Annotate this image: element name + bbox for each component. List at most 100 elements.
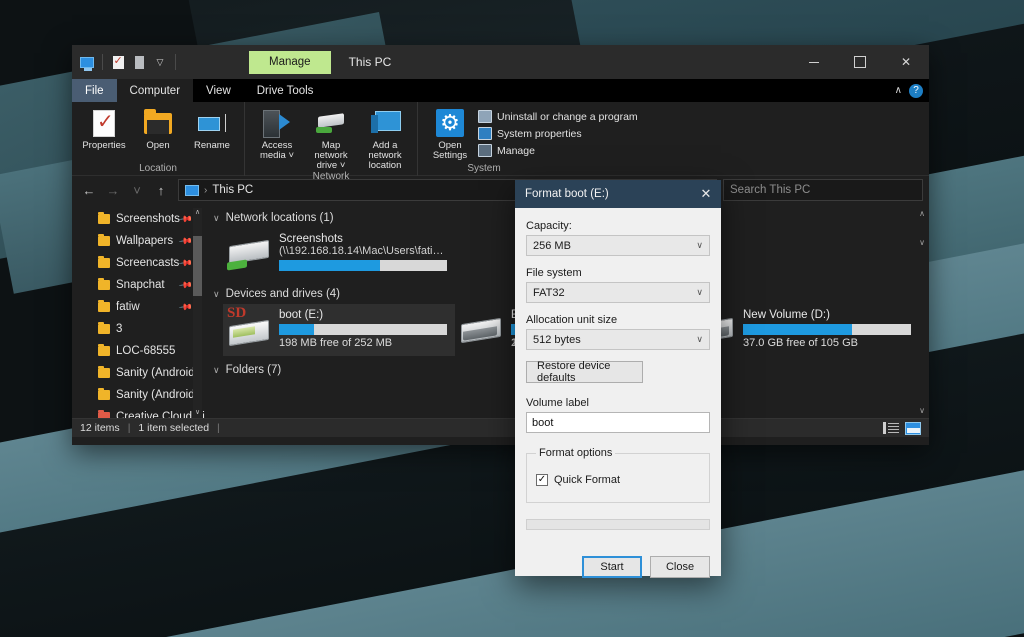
volume-label-input[interactable]: boot [526, 412, 710, 433]
rename-button[interactable]: Rename [186, 105, 238, 163]
sd-card-drive-icon [227, 307, 271, 351]
capacity-select[interactable]: 256 MB ∨ [526, 235, 710, 256]
group-label-system: System [424, 163, 544, 176]
drive-tile-boot-e[interactable]: boot (E:) 198 MB free of 252 MB [223, 304, 455, 356]
hard-disk-icon [459, 307, 503, 351]
group-label-network: Network [251, 171, 411, 184]
chevron-down-icon[interactable]: ▽ [151, 53, 169, 71]
selection-status: 1 item selected [138, 422, 209, 434]
capacity-value: 256 MB [533, 240, 571, 252]
manage-item[interactable]: Manage [478, 144, 638, 157]
status-separator: | [128, 422, 131, 434]
drive-tile-screenshots[interactable]: Screenshots (\\192.168.18.14\Mac\Users\f… [223, 228, 455, 280]
properties-button[interactable]: Properties [78, 105, 130, 163]
dialog-titlebar: Format boot (E:) ✕ [515, 180, 721, 208]
restore-device-defaults-button[interactable]: Restore device defaults [526, 361, 643, 383]
item-count: 12 items [80, 422, 120, 434]
nav-item-snapchat[interactable]: Snapchat 📌 [72, 274, 205, 296]
nav-item-fatiw[interactable]: fatiw 📌 [72, 296, 205, 318]
forward-button[interactable]: → [102, 179, 124, 201]
uninstall-program-item[interactable]: Uninstall or change a program [478, 110, 638, 123]
tab-drive-tools[interactable]: Drive Tools [244, 79, 327, 102]
scrollbar-thumb[interactable] [193, 236, 202, 296]
volume-label-value: boot [532, 417, 553, 429]
rename-icon[interactable] [130, 53, 148, 71]
properties-label: Properties [82, 141, 125, 151]
view-switcher [883, 421, 921, 435]
search-placeholder: Search This PC [730, 184, 810, 196]
contextual-tab-manage[interactable]: Manage [249, 51, 331, 74]
window-titlebar: ▽ Manage This PC ✕ [72, 45, 929, 79]
address-bar: ← → ˅ ↑ › This PC Search This PC [72, 176, 929, 204]
tab-view[interactable]: View [193, 79, 244, 102]
filesystem-select[interactable]: FAT32 ∨ [526, 282, 710, 303]
scroll-up-icon[interactable]: ∧ [917, 208, 927, 219]
map-network-drive-button[interactable]: Map network drive ˅ [305, 105, 357, 171]
chevron-down-icon[interactable]: ∨ [213, 289, 220, 300]
file-pane-scrollbar[interactable]: ∧ ∨ ∨ [917, 208, 927, 416]
nav-item-label: fatiw [116, 301, 140, 313]
access-media-button[interactable]: Access media ˅ [251, 105, 303, 171]
quick-format-row[interactable]: ✓ Quick Format [536, 474, 700, 486]
system-properties-item[interactable]: System properties [478, 127, 638, 140]
tab-file[interactable]: File [72, 79, 117, 102]
open-settings-button[interactable]: ⚙ Open Settings [424, 105, 476, 163]
nav-item-3[interactable]: 3 [72, 318, 205, 340]
back-button[interactable]: ← [78, 179, 100, 201]
open-button[interactable]: Open [132, 105, 184, 163]
start-button[interactable]: Start [582, 556, 642, 578]
nav-item-creative-cloud-files[interactable]: Creative Cloud Fil… [72, 406, 205, 418]
properties-icon[interactable] [109, 53, 127, 71]
quick-format-label: Quick Format [554, 474, 620, 486]
folder-icon [98, 346, 110, 356]
group-header-label: Devices and drives (4) [226, 288, 340, 300]
nav-item-wallpapers[interactable]: Wallpapers 📌 [72, 230, 205, 252]
close-button[interactable]: ✕ [883, 45, 929, 79]
large-icons-view-icon[interactable] [905, 421, 921, 435]
tab-computer[interactable]: Computer [117, 79, 194, 102]
minimize-button[interactable] [791, 45, 837, 79]
pin-icon: 📌 [178, 233, 194, 249]
pin-icon: 📌 [178, 299, 194, 315]
close-button[interactable]: Close [650, 556, 710, 578]
status-separator: | [217, 422, 220, 434]
nav-item-label: Screenshots [116, 213, 180, 225]
scroll-down-icon[interactable]: ∨ [917, 405, 927, 416]
recent-locations-button[interactable]: ˅ [126, 179, 148, 201]
drive-free-space: 198 MB free of 252 MB [279, 337, 451, 349]
details-view-icon[interactable] [883, 421, 899, 435]
chevron-down-icon[interactable]: ∨ [213, 365, 220, 376]
add-network-location-button[interactable]: Add a network location [359, 105, 411, 171]
ribbon-group-system: ⚙ Open Settings Uninstall or change a pr… [417, 102, 644, 176]
this-pc-icon [185, 185, 199, 196]
quick-format-checkbox[interactable]: ✓ [536, 474, 548, 486]
chevron-down-icon[interactable]: ∨ [213, 213, 220, 224]
nav-item-loc-68555[interactable]: LOC-68555 [72, 340, 205, 362]
scroll-thumb-marker[interactable]: ∨ [917, 238, 927, 250]
drive-tile-new-volume-d[interactable]: New Volume (D:) 37.0 GB free of 105 GB [687, 304, 919, 356]
volume-label-label: Volume label [526, 397, 710, 409]
capacity-bar [279, 324, 447, 335]
scroll-up-icon[interactable]: ∧ [193, 208, 202, 218]
nav-item-sanity-android-1[interactable]: Sanity (Android) [72, 362, 205, 384]
up-button[interactable]: ↑ [150, 179, 172, 201]
scroll-down-icon[interactable]: ∨ [193, 408, 202, 418]
maximize-button[interactable] [837, 45, 883, 79]
allocation-select[interactable]: 512 bytes ∨ [526, 329, 710, 350]
nav-item-label: 3 [116, 323, 122, 335]
nav-item-sanity-android-2[interactable]: Sanity (Android) [72, 384, 205, 406]
nav-item-screencasts[interactable]: Screencasts 📌 [72, 252, 205, 274]
close-icon[interactable]: ✕ [691, 180, 721, 208]
drive-path: (\\192.168.18.14\Mac\Users\fatim… [279, 245, 451, 257]
allocation-label: Allocation unit size [526, 314, 710, 326]
navigation-pane-scrollbar[interactable]: ∧ ∨ [193, 208, 202, 418]
folder-icon [98, 390, 110, 400]
this-pc-icon[interactable] [78, 53, 96, 71]
search-input[interactable]: Search This PC [723, 179, 923, 201]
divider [102, 54, 103, 70]
help-icon[interactable]: ? [909, 84, 923, 98]
chevron-up-icon[interactable]: ∧ [895, 85, 902, 96]
add-network-location-label: Add a network location [359, 141, 411, 171]
nav-item-screenshots[interactable]: Screenshots 📌 [72, 208, 205, 230]
nav-item-label: Sanity (Android) [116, 389, 198, 401]
